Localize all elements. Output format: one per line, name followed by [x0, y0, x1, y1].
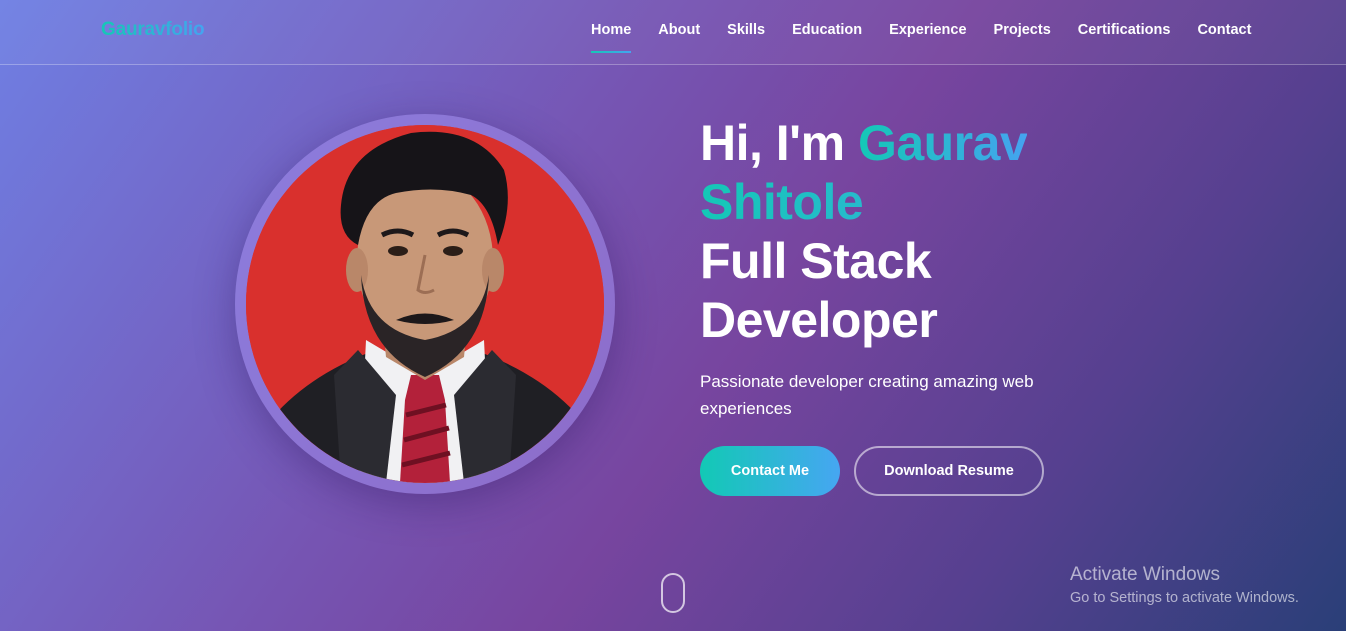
nav-link-home[interactable]: Home [591, 22, 632, 53]
watermark-title: Activate Windows [1070, 564, 1220, 585]
watermark-subtitle: Go to Settings to activate Windows. [1070, 590, 1299, 606]
hero-tagline: Passionate developer creating amazing we… [700, 372, 1034, 418]
hero-role-line-1: Full Stack [700, 233, 932, 289]
nav-links: Home About Skills Education Experience P… [591, 22, 1251, 53]
profile-photo-frame [235, 114, 615, 494]
nav-link-certifications[interactable]: Certifications [1078, 22, 1171, 38]
site-logo[interactable]: Gauravfolio [101, 19, 205, 41]
profile-photo [246, 125, 604, 483]
hero-actions: Contact Me Download Resume [700, 446, 1044, 496]
download-resume-button[interactable]: Download Resume [854, 446, 1044, 496]
nav-link-education[interactable]: Education [792, 22, 862, 38]
hero-role-line-2: Developer [700, 292, 938, 348]
hero-heading: Hi, I'm Gaurav Shitole Full Stack Develo… [700, 114, 1130, 350]
nav-link-skills[interactable]: Skills [727, 22, 765, 38]
hero-greeting: Hi, I'm [700, 115, 845, 171]
windows-activation-watermark: Activate Windows Go to Settings to activ… [1070, 564, 1299, 608]
hero-greeting-line: Hi, I'm Gaurav [700, 114, 1130, 173]
hero-section: Hi, I'm Gaurav Shitole Full Stack Develo… [700, 114, 1130, 422]
hero-first-name: Gaurav [857, 115, 1028, 171]
navbar: Gauravfolio Home About Skills Education … [0, 0, 1346, 65]
nav-link-about[interactable]: About [658, 22, 700, 38]
scroll-down-indicator[interactable] [661, 573, 685, 613]
nav-link-contact[interactable]: Contact [1197, 22, 1251, 38]
contact-me-button[interactable]: Contact Me [700, 446, 840, 496]
nav-link-projects[interactable]: Projects [994, 22, 1051, 38]
nav-link-experience[interactable]: Experience [889, 22, 966, 38]
hero-last-name: Shitole [700, 173, 1130, 232]
